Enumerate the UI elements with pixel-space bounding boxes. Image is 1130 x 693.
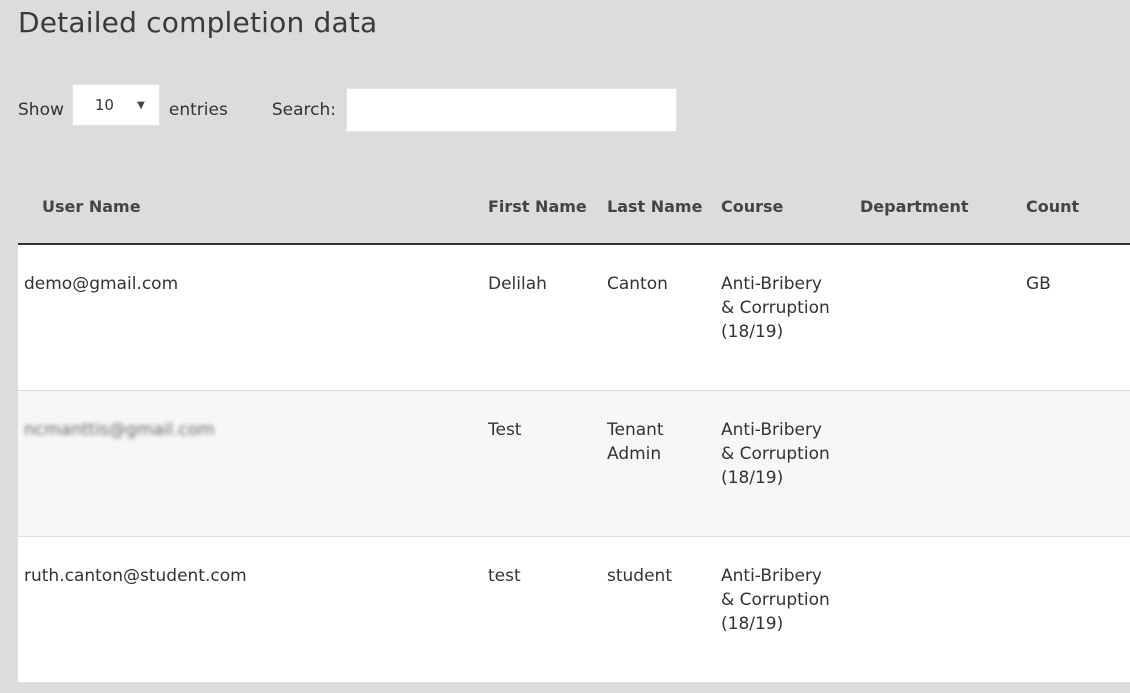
column-header-last-name[interactable]: Last Name xyxy=(589,158,705,245)
chevron-down-icon: ▼ xyxy=(137,99,145,111)
cell-department xyxy=(838,390,1000,537)
table-controls: Show 10 ▼ entries Search: xyxy=(18,84,677,132)
entries-label: entries xyxy=(168,100,228,120)
last-name-text: Tenant Admin xyxy=(607,419,664,464)
table-row: demo@gmail.com Delilah Canton Anti-Bribe… xyxy=(18,244,1130,391)
column-header-course[interactable]: Course xyxy=(705,158,838,245)
table-row: ruth.canton@student.com test student Ant… xyxy=(18,536,1130,683)
cell-first-name: test xyxy=(470,536,589,683)
cell-department xyxy=(838,244,1000,391)
cell-first-name: Delilah xyxy=(470,244,589,391)
blurred-email: ncmanttis@gmail.com xyxy=(24,419,215,440)
column-header-country[interactable]: Count xyxy=(1000,158,1130,245)
cell-course: Anti-Bribery & Corruption (18/19) xyxy=(705,536,838,683)
cell-first-name: Test xyxy=(470,390,589,537)
page: Detailed completion data Show 10 ▼ entri… xyxy=(0,0,1130,693)
table-body: demo@gmail.com Delilah Canton Anti-Bribe… xyxy=(18,244,1130,683)
cell-user-name: ruth.canton@student.com xyxy=(18,536,470,683)
table-header: User Name First Name Last Name Course De… xyxy=(18,158,1130,245)
cell-country xyxy=(1000,390,1130,537)
course-text: Anti-Bribery & Corruption (18/19) xyxy=(721,274,830,342)
column-header-first-name[interactable]: First Name xyxy=(470,158,589,245)
cell-last-name: Tenant Admin xyxy=(589,390,705,537)
entries-length-value: 10 xyxy=(94,96,114,114)
show-label: Show xyxy=(18,100,64,120)
cell-country xyxy=(1000,536,1130,683)
header-row: User Name First Name Last Name Course De… xyxy=(18,158,1130,245)
cell-department xyxy=(838,536,1000,683)
cell-course: Anti-Bribery & Corruption (18/19) xyxy=(705,390,838,537)
column-header-user-name[interactable]: User Name xyxy=(18,158,470,245)
column-header-department[interactable]: Department xyxy=(838,158,1000,245)
search-label: Search: xyxy=(271,100,336,120)
cell-last-name: student xyxy=(589,536,705,683)
cell-country: GB xyxy=(1000,244,1130,391)
search-input[interactable] xyxy=(345,88,677,132)
cell-user-name: ncmanttis@gmail.com xyxy=(18,390,470,537)
table-row: ncmanttis@gmail.com Test Tenant Admin An… xyxy=(18,390,1130,537)
course-text: Anti-Bribery & Corruption (18/19) xyxy=(721,565,830,634)
page-title: Detailed completion data xyxy=(18,6,378,39)
course-text: Anti-Bribery & Corruption (18/19) xyxy=(721,419,830,488)
entries-length-select[interactable]: 10 ▼ xyxy=(71,84,160,126)
completion-table-wrapper: User Name First Name Last Name Course De… xyxy=(18,158,1130,683)
cell-last-name: Canton xyxy=(589,244,705,391)
cell-user-name: demo@gmail.com xyxy=(18,244,470,391)
cell-course: Anti-Bribery & Corruption (18/19) xyxy=(705,244,838,391)
completion-table: User Name First Name Last Name Course De… xyxy=(18,158,1130,683)
